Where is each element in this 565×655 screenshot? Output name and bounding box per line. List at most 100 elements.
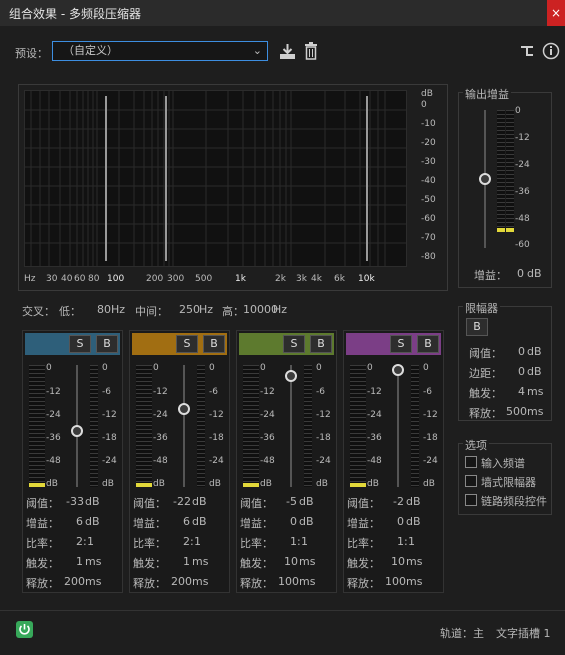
limiter-release-value[interactable]: 500: [506, 405, 527, 418]
ratio-value[interactable]: 2: [183, 535, 190, 548]
link-band-controls-checkbox[interactable]: [465, 494, 477, 506]
output-gain-value[interactable]: 0: [517, 267, 524, 280]
threshold-label: 阈值：: [26, 497, 59, 510]
limiter-attack-value[interactable]: 4: [518, 385, 525, 398]
info-icon[interactable]: [542, 42, 560, 60]
freq-tick: 80: [88, 274, 100, 284]
limiter-margin-unit: dB: [527, 365, 542, 378]
threshold-slider[interactable]: [285, 370, 297, 382]
threshold-value[interactable]: -22: [173, 495, 191, 508]
threshold-value[interactable]: -2: [393, 495, 404, 508]
limiter-threshold-value[interactable]: 0: [518, 345, 525, 358]
limiter-bypass-button[interactable]: B: [466, 318, 488, 336]
input-meter: [144, 365, 152, 487]
link-band-controls-label: 链路频段控件: [481, 495, 547, 508]
ratio-value[interactable]: 1: [397, 535, 404, 548]
solo-button[interactable]: S: [283, 335, 305, 353]
bypass-button[interactable]: B: [417, 335, 439, 353]
attack-value[interactable]: 1: [76, 555, 83, 568]
output-tick: -12: [515, 133, 530, 143]
gain-unit: dB: [85, 515, 100, 528]
bypass-button[interactable]: B: [96, 335, 118, 353]
crossover-low-value[interactable]: 80: [97, 303, 111, 316]
release-value[interactable]: 100: [385, 575, 406, 588]
db-tick: 0: [421, 100, 427, 110]
attack-value[interactable]: 10: [391, 555, 405, 568]
limiter-release-label: 释放：: [469, 407, 502, 420]
output-gain-slider[interactable]: [479, 173, 491, 185]
db-tick: -70: [421, 233, 436, 243]
freq-tick: 10k: [358, 274, 375, 284]
output-gain-meter: [506, 110, 514, 232]
meter-tick: -36: [46, 433, 61, 443]
track-label: 轨道：主: [440, 627, 484, 640]
gain-value[interactable]: 6: [76, 515, 83, 528]
release-unit: ms: [192, 575, 209, 588]
release-value[interactable]: 100: [278, 575, 299, 588]
attack-label: 触发：: [26, 557, 59, 570]
preset-dropdown[interactable]: （自定义） ⌄: [52, 41, 268, 61]
gain-value[interactable]: 0: [397, 515, 404, 528]
gain-label: 增益：: [240, 517, 273, 530]
routing-icon[interactable]: [520, 44, 534, 58]
ratio-value[interactable]: 2: [76, 535, 83, 548]
release-value[interactable]: 200: [64, 575, 85, 588]
band-color-bar: S B: [239, 333, 334, 355]
threshold-value[interactable]: -5: [286, 495, 297, 508]
delete-preset-icon[interactable]: [304, 42, 318, 60]
threshold-unit: dB: [299, 495, 314, 508]
meter-tick: -48: [46, 456, 61, 466]
threshold-slider[interactable]: [392, 364, 404, 376]
ratio-base: 1: [194, 535, 201, 548]
ratio-value[interactable]: 1: [290, 535, 297, 548]
attack-value[interactable]: 1: [183, 555, 190, 568]
meter-tick: 0: [209, 363, 215, 373]
threshold-slider[interactable]: [71, 425, 83, 437]
options-title: 选项: [463, 437, 489, 453]
close-button[interactable]: ×: [547, 0, 565, 26]
bypass-button[interactable]: B: [203, 335, 225, 353]
limiter-margin-value[interactable]: 0: [518, 365, 525, 378]
ratio-base: 1: [408, 535, 415, 548]
output-tick: -48: [515, 214, 530, 224]
meter-tick: 0: [423, 363, 429, 373]
limiter-threshold-label: 阈值：: [469, 347, 502, 360]
meter-tick: -24: [423, 456, 438, 466]
meter-tick: -24: [260, 410, 275, 420]
threshold-value[interactable]: -33: [66, 495, 84, 508]
spectrum-graph[interactable]: [24, 90, 407, 267]
gain-value[interactable]: 6: [183, 515, 190, 528]
input-spectrum-checkbox[interactable]: [465, 456, 477, 468]
threshold-slider[interactable]: [178, 403, 190, 415]
brickwall-limiter-checkbox[interactable]: [465, 475, 477, 487]
ratio-label: 比率：: [240, 537, 273, 550]
solo-button[interactable]: S: [390, 335, 412, 353]
threshold-track: [183, 365, 185, 487]
meter-tick: -18: [316, 433, 331, 443]
attack-value[interactable]: 10: [284, 555, 298, 568]
meter-tick: -48: [260, 456, 275, 466]
meter-tick: 0: [260, 363, 266, 373]
gain-label: 增益：: [347, 517, 380, 530]
graph-grid: [25, 91, 406, 266]
gain-value[interactable]: 0: [290, 515, 297, 528]
release-label: 释放：: [133, 577, 166, 590]
power-button[interactable]: [16, 621, 33, 638]
band-color-bar: S B: [132, 333, 227, 355]
meter-tick: -12: [209, 410, 224, 420]
bypass-button[interactable]: B: [310, 335, 332, 353]
attack-unit: ms: [299, 555, 316, 568]
meter-tick: dB: [423, 479, 435, 489]
meter-tick: -6: [423, 387, 432, 397]
attack-label: 触发：: [240, 557, 273, 570]
input-meter: [37, 365, 45, 487]
input-meter: [350, 365, 358, 487]
input-meter: [251, 365, 259, 487]
output-gain-meter: [497, 110, 505, 232]
release-value[interactable]: 200: [171, 575, 192, 588]
meter-tick: -6: [102, 387, 111, 397]
solo-button[interactable]: S: [176, 335, 198, 353]
solo-button[interactable]: S: [69, 335, 91, 353]
save-preset-icon[interactable]: [279, 43, 296, 60]
crossover-mid-value[interactable]: 250: [179, 303, 200, 316]
